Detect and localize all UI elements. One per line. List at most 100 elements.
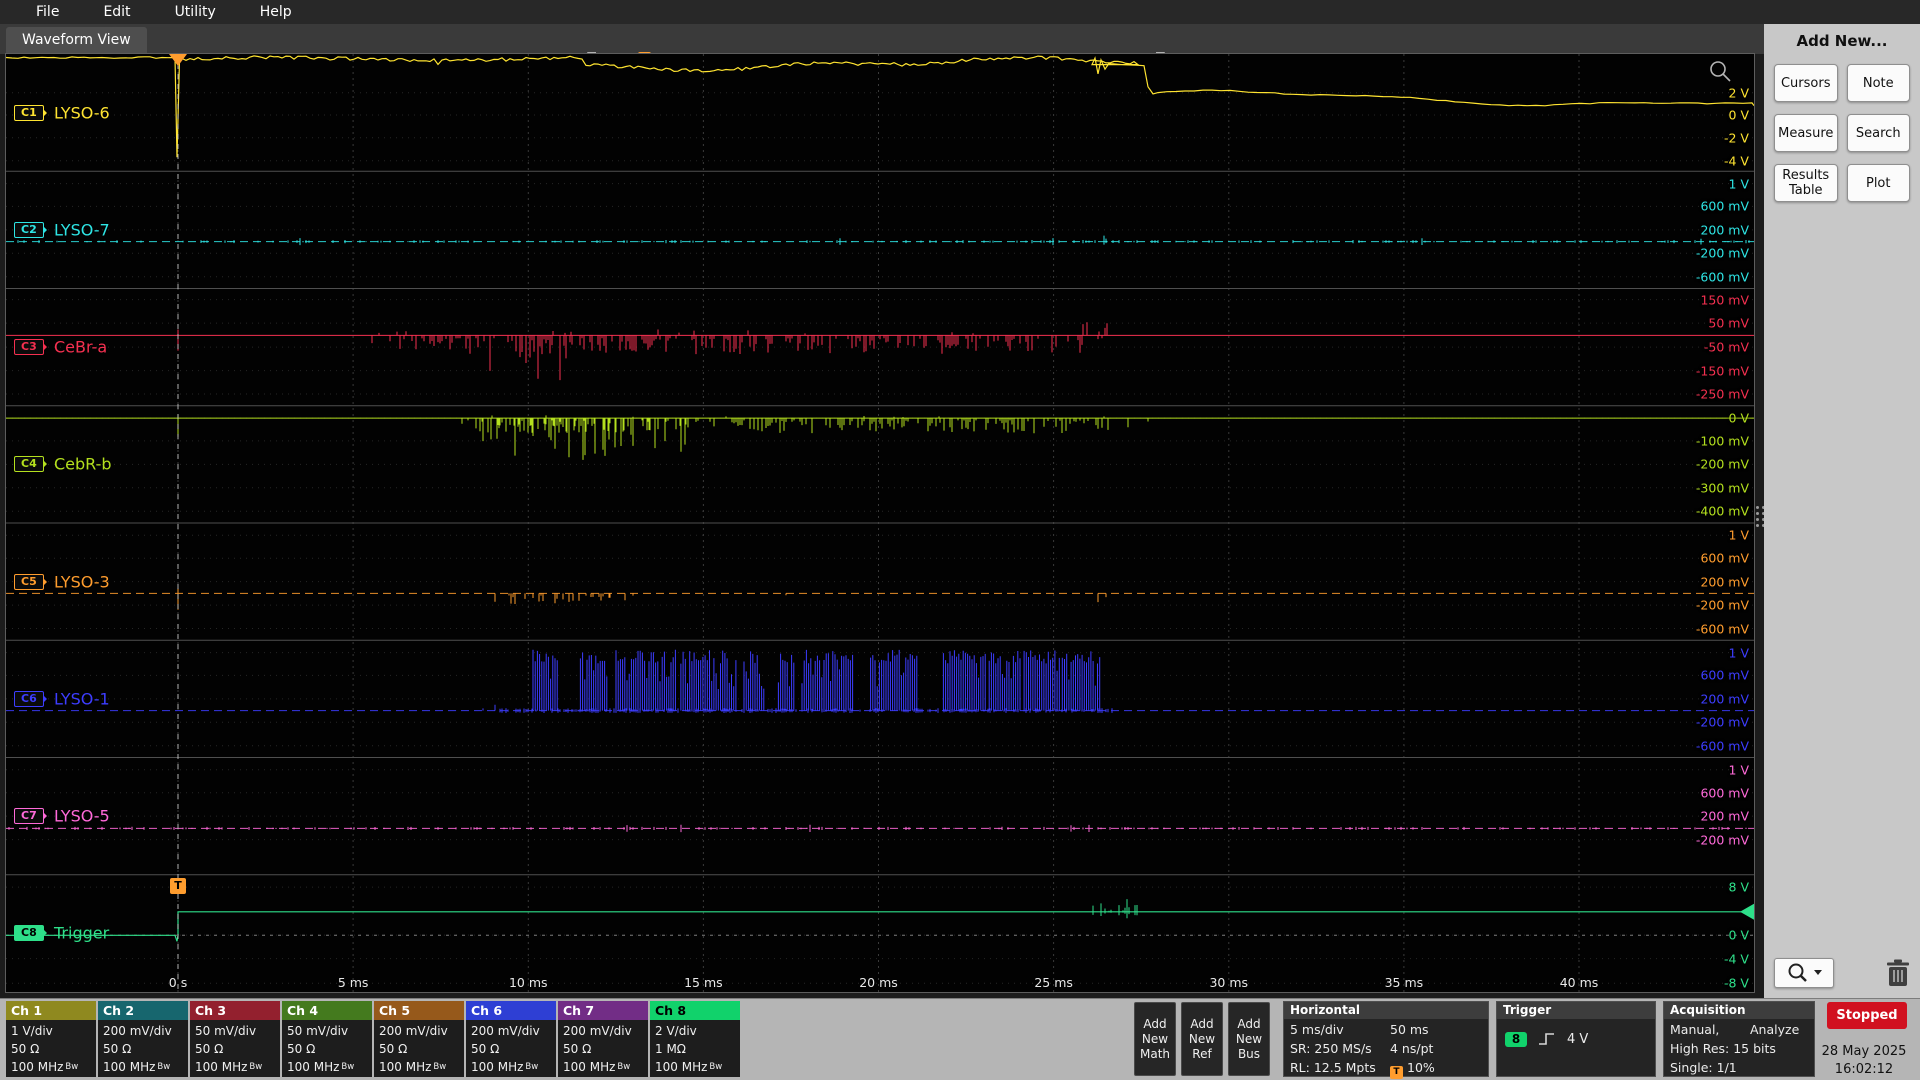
scale-label-c6-0: 1 V <box>1729 645 1749 660</box>
channel-name-c4: CebR-b <box>54 455 112 474</box>
record-length: RL: 12.5 Mpts <box>1290 1058 1390 1079</box>
scale-label-c2-2: 200 mV <box>1700 222 1749 237</box>
channel-badge-c3[interactable]: C3 <box>14 339 44 355</box>
channel-scale-3: 50 mV/div <box>195 1022 280 1040</box>
channel-settings-title-7: Ch 7 <box>558 1001 648 1020</box>
trigger-panel[interactable]: Trigger 8 4 V <box>1496 1001 1656 1077</box>
menu-utility[interactable]: Utility <box>153 0 238 24</box>
channel-settings-2[interactable]: Ch 2200 mV/div50 Ω100 MHzBw <box>98 1001 188 1077</box>
channel-bandwidth-2: 100 MHzBw <box>103 1058 188 1076</box>
add-new-title: Add New... <box>1764 24 1920 50</box>
time-label: 16:02:12 <box>1812 1061 1916 1079</box>
scale-label-c1-2: -2 V <box>1724 130 1749 145</box>
scale-label-c3-2: -50 mV <box>1704 340 1749 355</box>
channel-badge-c6[interactable]: C6 <box>14 691 44 707</box>
channel-settings-3[interactable]: Ch 350 mV/div50 Ω100 MHzBw <box>190 1001 280 1077</box>
channel-badge-c4[interactable]: C4 <box>14 456 44 472</box>
datetime: 28 May 2025 16:02:12 <box>1812 1043 1916 1079</box>
trigger-level-arrow[interactable] <box>1740 904 1754 920</box>
channel-settings-6[interactable]: Ch 6200 mV/div50 Ω100 MHzBw <box>466 1001 556 1077</box>
channel-badge-c8[interactable]: C8 <box>14 925 44 941</box>
waveform-display[interactable]: C1LYSO-62 V0 V-2 V-4 VC2LYSO-71 V600 mV2… <box>5 53 1755 993</box>
channel-badge-c2[interactable]: C2 <box>14 222 44 238</box>
channel-settings-body-5: 200 mV/div50 Ω100 MHzBw <box>374 1020 464 1077</box>
bandwidth-limit-icon: Bw <box>249 1062 262 1072</box>
tab-strip: Waveform View T <box>0 24 1764 54</box>
horizontal-title: Horizontal <box>1284 1002 1488 1019</box>
channel-scale-6: 200 mV/div <box>471 1022 556 1040</box>
zoom-button[interactable] <box>1774 958 1834 988</box>
channel-scale-5: 200 mV/div <box>379 1022 464 1040</box>
button-plot[interactable]: Plot <box>1847 164 1911 202</box>
channel-settings-body-8: 2 V/div1 MΩ100 MHzBw <box>650 1020 740 1077</box>
channel-bandwidth-3: 100 MHzBw <box>195 1058 280 1076</box>
channel-settings-5[interactable]: Ch 5200 mV/div50 Ω100 MHzBw <box>374 1001 464 1077</box>
channel-impedance-5: 50 Ω <box>379 1040 464 1058</box>
scale-label-c6-3: -200 mV <box>1696 715 1749 730</box>
add-new-math-button[interactable]: AddNewMath <box>1134 1002 1176 1076</box>
add-new-ref-button[interactable]: AddNewRef <box>1181 1002 1223 1076</box>
channel-badge-c1[interactable]: C1 <box>14 105 44 121</box>
trigger-body: 8 4 V <box>1497 1019 1655 1047</box>
time-label-1: 5 ms <box>338 975 369 990</box>
channel-settings-title-8: Ch 8 <box>650 1001 740 1020</box>
acquisition-mode: Manual, <box>1670 1020 1750 1039</box>
acquisition-analyze: Analyze <box>1750 1020 1808 1039</box>
add-new-bus-button[interactable]: AddNewBus <box>1228 1002 1270 1076</box>
tab-waveform-view[interactable]: Waveform View <box>6 27 147 54</box>
channel-settings-4[interactable]: Ch 450 mV/div50 Ω100 MHzBw <box>282 1001 372 1077</box>
button-note[interactable]: Note <box>1847 64 1911 102</box>
button-results-table[interactable]: Results Table <box>1774 164 1838 202</box>
dropdown-arrow-icon <box>1814 970 1823 976</box>
scale-label-c4-0: 0 V <box>1729 411 1749 426</box>
button-search[interactable]: Search <box>1847 114 1911 152</box>
scale-label-c8-0: 8 V <box>1729 880 1749 895</box>
channel-name-c6: LYSO-1 <box>54 689 110 708</box>
status-stopped: Stopped <box>1827 1002 1907 1029</box>
channel-bandwidth-8: 100 MHzBw <box>655 1058 740 1076</box>
button-cursors[interactable]: Cursors <box>1774 64 1838 102</box>
time-label-0: 0 s <box>169 975 187 990</box>
channel-settings-body-4: 50 mV/div50 Ω100 MHzBw <box>282 1020 372 1077</box>
button-measure[interactable]: Measure <box>1774 114 1838 152</box>
trigger-flag[interactable]: T <box>170 878 186 894</box>
channel-settings-8[interactable]: Ch 82 V/div1 MΩ100 MHzBw <box>650 1001 740 1077</box>
zoom-overlay-icon[interactable] <box>1711 62 1730 81</box>
trigger-title: Trigger <box>1497 1002 1655 1019</box>
scale-label-c6-1: 600 mV <box>1700 668 1749 683</box>
channel-settings-1[interactable]: Ch 11 V/div50 Ω100 MHzBw <box>6 1001 96 1077</box>
scale-label-c1-1: 0 V <box>1729 107 1749 122</box>
scale-label-c2-4: -600 mV <box>1696 269 1749 284</box>
time-label-5: 25 ms <box>1034 975 1073 990</box>
menu-file[interactable]: File <box>14 0 81 24</box>
menu-edit[interactable]: Edit <box>81 0 152 24</box>
bandwidth-limit-icon: Bw <box>617 1062 630 1072</box>
trash-icon[interactable] <box>1886 959 1910 987</box>
channel-impedance-7: 50 Ω <box>563 1040 648 1058</box>
channel-bandwidth-1: 100 MHzBw <box>11 1058 96 1076</box>
acquisition-resolution: High Res: 15 bits <box>1670 1039 1808 1058</box>
time-label-8: 40 ms <box>1560 975 1599 990</box>
menu-help[interactable]: Help <box>238 0 314 24</box>
scale-label-c5-3: -200 mV <box>1696 598 1749 613</box>
channel-bandwidth-5: 100 MHzBw <box>379 1058 464 1076</box>
scale-label-c1-0: 2 V <box>1729 85 1749 100</box>
panel-splitter-handle[interactable] <box>1756 498 1764 534</box>
time-label-3: 15 ms <box>684 975 723 990</box>
trigger-position: T10% <box>1390 1058 1482 1079</box>
bandwidth-limit-icon: Bw <box>65 1062 78 1072</box>
acquisition-panel[interactable]: Acquisition Manual, Analyze High Res: 15… <box>1663 1001 1815 1077</box>
horizontal-panel[interactable]: Horizontal 5 ms/div 50 ms SR: 250 MS/s 4… <box>1283 1001 1489 1077</box>
channel-name-c5: LYSO-3 <box>54 572 110 591</box>
magnifier-icon <box>1786 962 1810 984</box>
add-new-panel: Add New... CursorsNoteMeasureSearchResul… <box>1764 24 1920 998</box>
bandwidth-limit-icon: Bw <box>525 1062 538 1072</box>
scale-label-c4-3: -300 mV <box>1696 480 1749 495</box>
channel-badge-c7[interactable]: C7 <box>14 808 44 824</box>
scale-label-c5-2: 200 mV <box>1700 574 1749 589</box>
channel-settings-title-1: Ch 1 <box>6 1001 96 1020</box>
scale-label-c5-4: -600 mV <box>1696 621 1749 636</box>
channel-settings-title-3: Ch 3 <box>190 1001 280 1020</box>
channel-badge-c5[interactable]: C5 <box>14 574 44 590</box>
channel-settings-7[interactable]: Ch 7200 mV/div50 Ω100 MHzBw <box>558 1001 648 1077</box>
